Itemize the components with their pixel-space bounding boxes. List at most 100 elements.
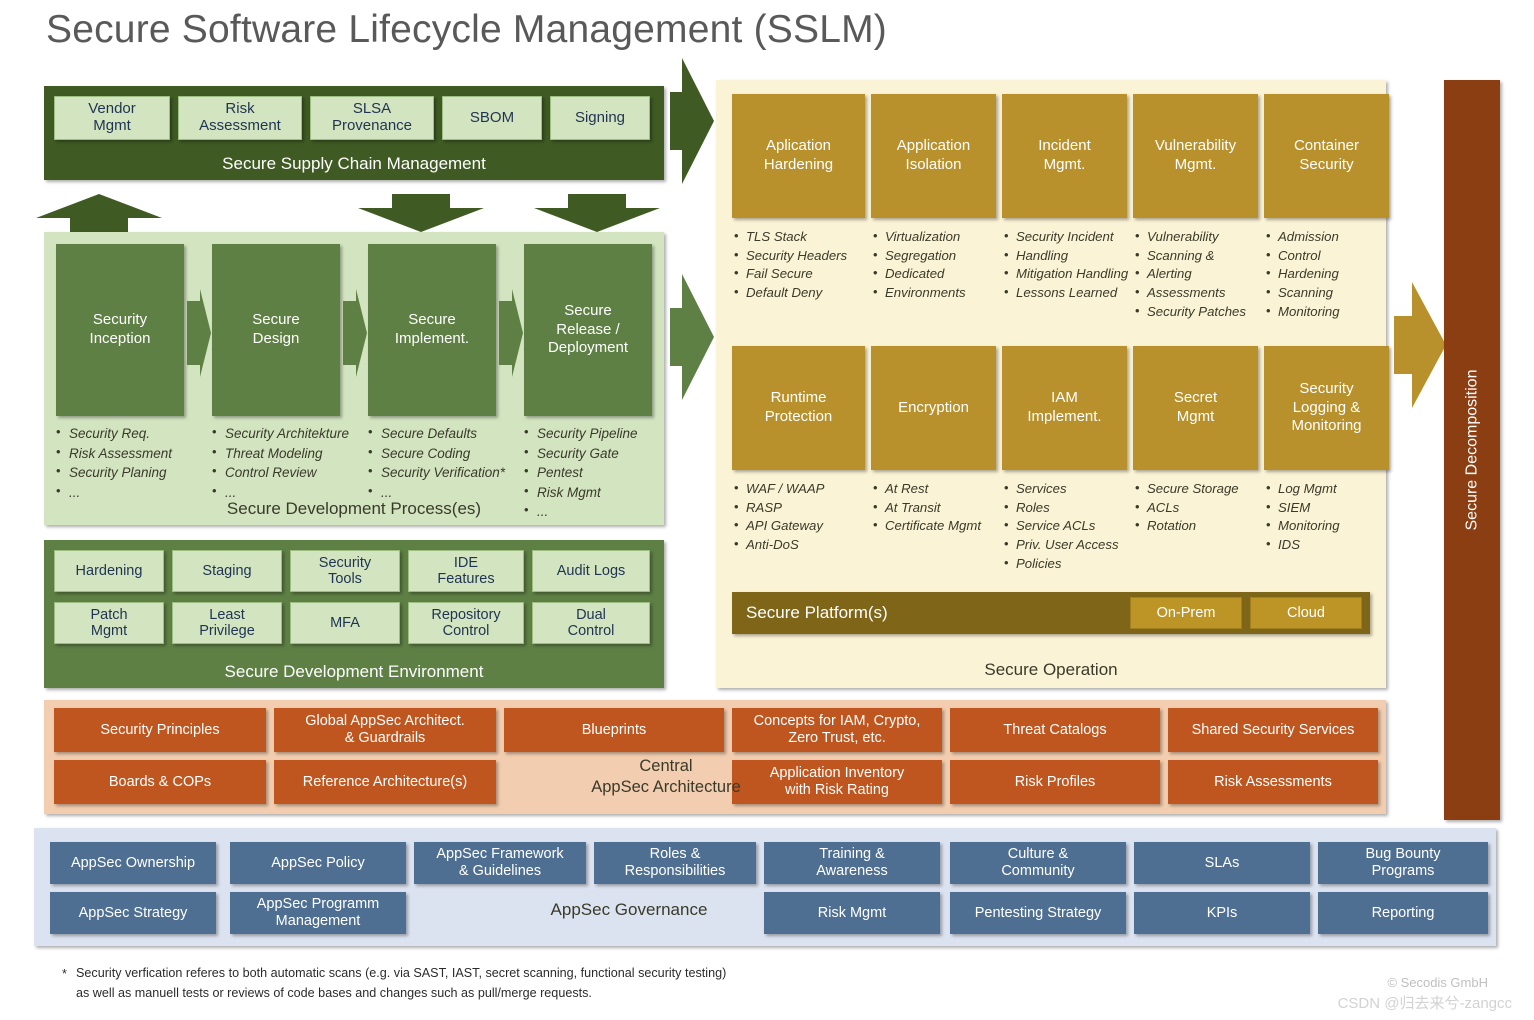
supply-chain-chip[interactable]: Signing xyxy=(550,96,650,140)
operation-capability-title: Runtime Protection xyxy=(764,389,833,425)
bullet-item: SIEM xyxy=(1266,498,1397,518)
central-appsec-chip[interactable]: Reference Architecture(s) xyxy=(274,760,496,804)
operation-capability-bullets: ServicesRolesService ACLsPriv. User Acce… xyxy=(1004,479,1135,574)
operation-capability-box[interactable]: Runtime Protection xyxy=(732,346,865,470)
development-phase-title: Secure Implement. xyxy=(394,311,470,347)
page-title: Secure Software Lifecycle Management (SS… xyxy=(46,8,887,51)
secure-development-environment-panel: Hardening Staging Security Tools IDE Features… xyxy=(44,540,664,688)
operation-capability-box[interactable]: Security Logging & Monitoring xyxy=(1264,346,1389,470)
arrow-up-to-supply-chain xyxy=(36,194,162,232)
governance-chip[interactable]: AppSec Programm Management xyxy=(230,892,406,934)
central-appsec-chip[interactable]: Risk Assessments xyxy=(1168,760,1378,804)
supply-chain-chip[interactable]: Vendor Mgmt xyxy=(54,96,170,140)
bullet-item: Segregation xyxy=(873,246,1004,266)
development-environment-chip[interactable]: Dual Control xyxy=(532,602,650,644)
operation-capability-box[interactable]: Vulnerability Mgmt. xyxy=(1133,94,1258,218)
bullet-item: Default Deny xyxy=(734,283,873,303)
governance-chip[interactable]: AppSec Policy xyxy=(230,842,406,884)
governance-chip[interactable]: Training & Awareness xyxy=(764,842,940,884)
supply-chain-chip[interactable]: Risk Assessment xyxy=(178,96,302,140)
governance-chip[interactable]: Roles & Responsibilities xyxy=(594,842,756,884)
operation-capability-title: Secret Mgmt xyxy=(1173,389,1218,425)
central-appsec-chip[interactable]: Risk Profiles xyxy=(950,760,1160,804)
operation-capability-box[interactable]: Container Security xyxy=(1264,94,1389,218)
operation-capability-bullets: Secure StorageACLsRotation xyxy=(1135,479,1266,536)
central-appsec-chip[interactable]: Concepts for IAM, Crypto, Zero Trust, etc… xyxy=(732,708,942,752)
secure-development-process-label: Secure Development Process(es) xyxy=(226,499,482,518)
supply-chain-chip[interactable]: SLSA Provenance xyxy=(310,96,434,140)
supply-chain-chip[interactable]: SBOM xyxy=(442,96,542,140)
development-phase-title: Security Inception xyxy=(89,311,151,347)
arrow-right-operation-to-decomposition xyxy=(1394,282,1446,408)
bullet-item: Fail Secure xyxy=(734,264,873,284)
development-environment-chip[interactable]: Hardening xyxy=(54,550,164,592)
development-phase-bullets: Security Req.Risk AssessmentSecurity Pla… xyxy=(56,423,172,502)
development-phase-box[interactable]: Secure Release / Deployment xyxy=(524,244,652,416)
operation-capability-box[interactable]: Application Isolation xyxy=(871,94,996,218)
development-phase-box[interactable]: Security Inception xyxy=(56,244,184,416)
bullet-item: Pentest xyxy=(524,462,638,483)
development-phase-box[interactable]: Secure Design xyxy=(212,244,340,416)
central-appsec-chip[interactable]: Shared Security Services xyxy=(1168,708,1378,752)
operation-capability-box[interactable]: Secret Mgmt xyxy=(1133,346,1258,470)
governance-chip[interactable]: Pentesting Strategy xyxy=(950,892,1126,934)
bullet-item: Security Patches xyxy=(1135,302,1266,322)
governance-chip[interactable]: AppSec Framework & Guidelines xyxy=(414,842,586,884)
governance-chip[interactable]: SLAs xyxy=(1134,842,1310,884)
operation-capability-bullets: Security IncidentHandlingMitigation Hand… xyxy=(1004,227,1135,303)
operation-capability-box[interactable]: Aplication Hardening xyxy=(732,94,865,218)
development-phase-bullets: Secure DefaultsSecure CodingSecurity Ver… xyxy=(368,423,505,502)
footnote: * Security verfication referes to both a… xyxy=(62,964,902,1003)
development-environment-chip[interactable]: Repository Control xyxy=(408,602,524,644)
operation-capability-box[interactable]: Incident Mgmt. xyxy=(1002,94,1127,218)
bullet-item: API Gateway xyxy=(734,516,873,536)
development-phase-box[interactable]: Secure Implement. xyxy=(368,244,496,416)
arrow-down-to-development-1 xyxy=(358,194,484,232)
central-appsec-chip[interactable]: Security Principles xyxy=(54,708,266,752)
development-environment-chip[interactable]: Staging xyxy=(172,550,282,592)
bullet-item: Environments xyxy=(873,283,1004,303)
bullet-item: Secure Storage xyxy=(1135,479,1266,499)
phase-arrow-icon xyxy=(499,289,523,377)
development-environment-chip[interactable]: Least Privilege xyxy=(172,602,282,644)
governance-chip[interactable]: AppSec Strategy xyxy=(50,892,216,934)
bullet-item: Hardening xyxy=(1266,264,1397,284)
bullet-item: Virtualization xyxy=(873,227,1004,247)
development-environment-chip[interactable]: IDE Features xyxy=(408,550,524,592)
bullet-item: Services xyxy=(1004,479,1135,499)
bullet-item: Monitoring xyxy=(1266,302,1397,322)
bullet-item: Mitigation Handling xyxy=(1004,264,1135,284)
governance-chip[interactable]: Culture & Community xyxy=(950,842,1126,884)
bullet-item: Vulnerability xyxy=(1135,227,1266,247)
development-environment-chip[interactable]: MFA xyxy=(290,602,400,644)
bullet-item: RASP xyxy=(734,498,873,518)
governance-chip[interactable]: Reporting xyxy=(1318,892,1488,934)
central-appsec-architecture-label: Central AppSec Architecture xyxy=(591,757,741,796)
operation-capability-box[interactable]: IAM Implement. xyxy=(1002,346,1127,470)
bullet-item: ACLs xyxy=(1135,498,1266,518)
central-appsec-chip[interactable]: Blueprints xyxy=(504,708,724,752)
governance-chip[interactable]: KPIs xyxy=(1134,892,1310,934)
central-appsec-chip[interactable]: Boards & COPs xyxy=(54,760,266,804)
operation-capability-bullets: WAF / WAAPRASPAPI GatewayAnti-DoS xyxy=(734,479,873,555)
bullet-item: Risk Assessment xyxy=(56,443,172,464)
platform-chip[interactable]: On-Prem xyxy=(1130,597,1242,629)
secure-supply-chain-label: Secure Supply Chain Management xyxy=(222,154,486,173)
governance-chip[interactable]: AppSec Ownership xyxy=(50,842,216,884)
platform-chip[interactable]: Cloud xyxy=(1250,597,1362,629)
bullet-item: Threat Modeling xyxy=(212,443,349,464)
operation-capability-box[interactable]: Encryption xyxy=(871,346,996,470)
bullet-item: Log Mgmt xyxy=(1266,479,1397,499)
csdn-watermark: CSDN @归去来兮-zangcc xyxy=(1337,995,1512,1012)
bullet-item: At Rest xyxy=(873,479,1004,499)
central-appsec-chip[interactable]: Threat Catalogs xyxy=(950,708,1160,752)
development-environment-chip[interactable]: Patch Mgmt xyxy=(54,602,164,644)
development-environment-chip[interactable]: Security Tools xyxy=(290,550,400,592)
central-appsec-chip[interactable]: Global AppSec Architect. & Guardrails xyxy=(274,708,496,752)
bullet-item: Security Req. xyxy=(56,423,172,444)
development-environment-chip[interactable]: Audit Logs xyxy=(532,550,650,592)
governance-chip[interactable]: Bug Bounty Programs xyxy=(1318,842,1488,884)
bullet-item: Handling xyxy=(1004,246,1135,266)
footnote-marker: * xyxy=(62,967,67,981)
bullet-item: Security Headers xyxy=(734,246,873,266)
